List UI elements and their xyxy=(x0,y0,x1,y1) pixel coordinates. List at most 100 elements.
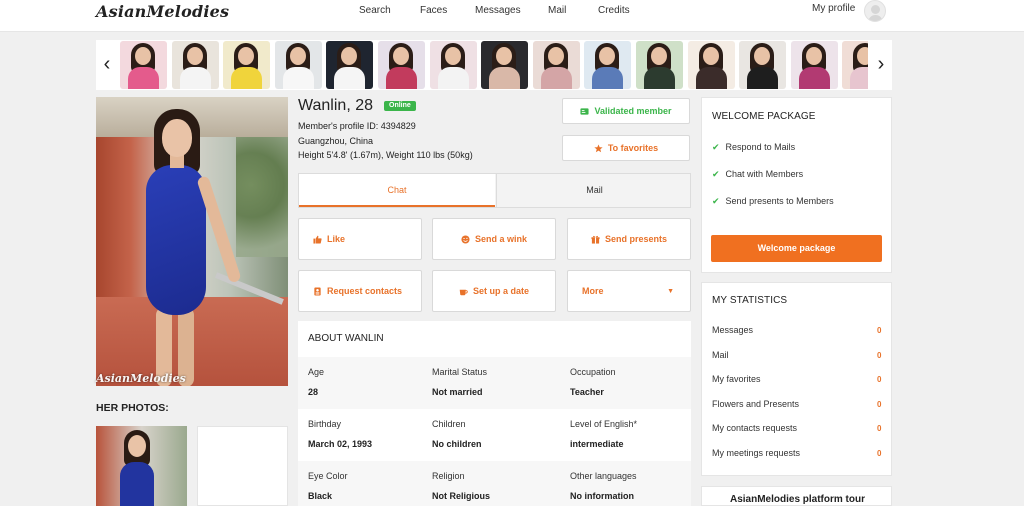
like-label: Like xyxy=(327,234,346,244)
date-label: Set up a date xyxy=(472,286,529,296)
top-header: AsianMelodies Search Faces Messages Mail… xyxy=(0,0,1024,32)
check-icon: ✔ xyxy=(712,142,720,152)
field-label: Children xyxy=(432,419,466,429)
her-photo-thumb-empty[interactable] xyxy=(197,426,288,506)
statistics-title: MY STATISTICS xyxy=(712,295,788,306)
field-label: Marital Status xyxy=(432,367,488,377)
stat-value: 0 xyxy=(877,351,882,360)
photo-watermark: AsianMelodies xyxy=(96,372,186,385)
field-label: Other languages xyxy=(570,471,637,481)
nav-messages[interactable]: Messages xyxy=(475,5,521,16)
stat-label-flowers[interactable]: Flowers and Presents xyxy=(712,399,799,409)
favorites-label: To favorites xyxy=(607,143,659,153)
field-label: Religion xyxy=(432,471,465,481)
check-icon: ✔ xyxy=(712,196,720,206)
send-wink-button[interactable]: Send a wink xyxy=(432,218,556,260)
stat-label-meetings[interactable]: My meetings requests xyxy=(712,448,800,458)
set-up-date-button[interactable]: Set up a date xyxy=(432,270,556,312)
stat-label-messages[interactable]: Messages xyxy=(712,325,753,335)
carousel-face-thumb[interactable] xyxy=(171,41,219,89)
stat-value: 0 xyxy=(877,424,882,433)
chevron-right-icon[interactable]: › xyxy=(870,52,892,78)
carousel-face-thumb[interactable] xyxy=(326,41,374,89)
my-profile-link[interactable]: My profile xyxy=(812,3,855,14)
chevron-left-icon[interactable]: ‹ xyxy=(96,52,118,78)
validated-member-button[interactable]: Validated member xyxy=(562,98,690,124)
more-actions-dropdown[interactable]: More ▼ xyxy=(567,270,691,312)
nav-search[interactable]: Search xyxy=(359,5,391,16)
contact-tabs: Chat Mail xyxy=(298,173,691,208)
tab-chat[interactable]: Chat xyxy=(299,174,495,207)
to-favorites-button[interactable]: To favorites xyxy=(562,135,690,161)
field-value: 28 xyxy=(308,387,319,397)
field-label: Level of English* xyxy=(570,419,638,429)
stat-value: 0 xyxy=(877,375,882,384)
field-value: Black xyxy=(308,491,333,501)
caret-down-icon: ▼ xyxy=(667,288,674,295)
carousel-face-thumb[interactable] xyxy=(274,41,322,89)
carousel-face-thumb[interactable] xyxy=(842,41,868,89)
about-title: ABOUT WANLIN xyxy=(308,333,384,344)
carousel-face-thumb[interactable] xyxy=(790,41,838,89)
contact-card-icon xyxy=(314,286,321,296)
carousel-face-thumb[interactable] xyxy=(636,41,683,89)
profile-height-weight: Height 5'4.8' (1.67m), Weight 110 lbs (5… xyxy=(298,150,473,160)
carousel-face-thumb[interactable] xyxy=(429,41,477,89)
like-button[interactable]: Like xyxy=(298,218,422,260)
site-logo[interactable]: AsianMelodies xyxy=(96,2,229,21)
welcome-item: ✔ Chat with Members xyxy=(712,169,804,179)
field-value: No children xyxy=(432,439,482,449)
about-row: Eye Color Black Religion Not Religious O… xyxy=(298,461,691,506)
id-card-icon xyxy=(580,107,590,115)
more-label: More xyxy=(582,286,604,296)
welcome-item: ✔ Send presents to Members xyxy=(712,196,834,206)
about-row: Age 28 Marital Status Not married Occupa… xyxy=(298,357,691,409)
carousel-face-thumb[interactable] xyxy=(532,41,580,89)
field-value: No information xyxy=(570,491,634,501)
carousel-face-thumb[interactable] xyxy=(739,41,787,89)
profile-name: Wanlin, 28 xyxy=(298,97,373,114)
field-value: Not Religious xyxy=(432,491,490,501)
tab-mail[interactable]: Mail xyxy=(496,174,692,207)
thumbs-up-icon xyxy=(313,235,322,244)
her-photo-thumb[interactable] xyxy=(96,426,187,506)
stat-label-favorites[interactable]: My favorites xyxy=(712,374,761,384)
request-contacts-button[interactable]: Request contacts xyxy=(298,270,422,312)
carousel-face-thumb[interactable] xyxy=(378,41,425,89)
stat-label-contacts[interactable]: My contacts requests xyxy=(712,423,797,433)
field-label: Age xyxy=(308,367,325,377)
avatar-icon[interactable] xyxy=(864,0,886,22)
carousel-thumbs xyxy=(120,41,868,89)
about-section: ABOUT WANLIN Age 28 Marital Status Not m… xyxy=(298,321,691,506)
welcome-package-button[interactable]: Welcome package xyxy=(711,235,882,262)
nav-mail[interactable]: Mail xyxy=(548,5,566,16)
validated-label: Validated member xyxy=(594,106,672,116)
stat-value: 0 xyxy=(877,326,882,335)
main-profile-photo[interactable] xyxy=(96,97,288,386)
field-value: intermediate xyxy=(570,439,624,449)
faces-carousel: ‹ › xyxy=(96,40,892,90)
online-badge: Online xyxy=(384,101,416,111)
contacts-label: Request contacts xyxy=(327,286,403,296)
profile-location: Guangzhou, China xyxy=(298,136,374,146)
her-photos-heading: HER PHOTOS: xyxy=(96,402,169,414)
coffee-cup-icon xyxy=(459,289,468,295)
wink-label: Send a wink xyxy=(474,234,527,244)
nav-faces[interactable]: Faces xyxy=(420,5,447,16)
nav-credits[interactable]: Credits xyxy=(598,5,630,16)
carousel-face-thumb[interactable] xyxy=(481,41,529,89)
profile-id: Member's profile ID: 4394829 xyxy=(298,121,416,131)
carousel-face-thumb[interactable] xyxy=(584,41,632,89)
check-icon: ✔ xyxy=(712,169,720,179)
carousel-face-thumb[interactable] xyxy=(223,41,271,89)
wink-face-icon xyxy=(461,234,470,244)
stat-value: 0 xyxy=(877,400,882,409)
my-statistics-card: MY STATISTICS Messages 0 Mail 0 My favor… xyxy=(701,282,892,476)
stat-label-mail[interactable]: Mail xyxy=(712,350,729,360)
welcome-title: WELCOME PACKAGE xyxy=(712,111,816,122)
platform-tour-card[interactable]: AsianMelodies platform tour xyxy=(701,486,892,506)
send-presents-button[interactable]: Send presents xyxy=(567,218,691,260)
field-label: Occupation xyxy=(570,367,616,377)
carousel-face-thumb[interactable] xyxy=(687,41,735,89)
carousel-face-thumb[interactable] xyxy=(120,41,167,89)
